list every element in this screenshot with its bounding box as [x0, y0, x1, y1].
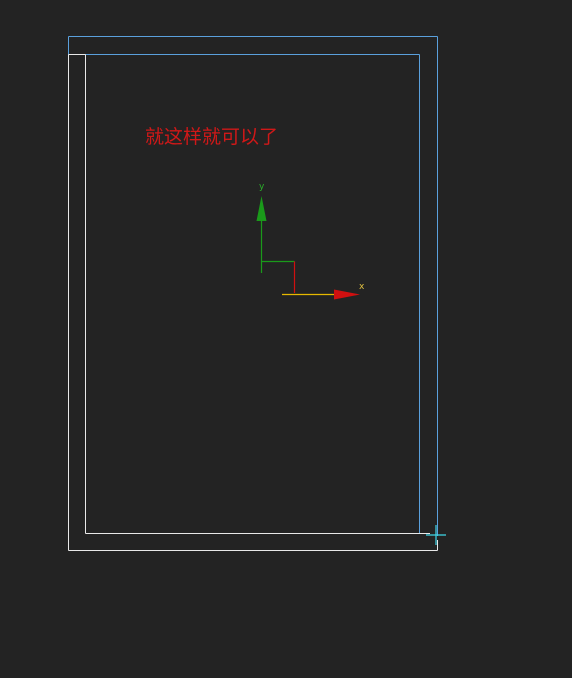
selection-outline — [68, 36, 438, 536]
annotation-text[interactable]: 就这样就可以了 — [145, 125, 278, 149]
x-axis-arrow-icon — [334, 289, 360, 300]
axis-gizmo[interactable]: y x — [256, 182, 366, 300]
y-axis-arrow-icon — [256, 196, 267, 221]
crosshair-cursor-icon — [426, 525, 446, 545]
drawing-viewport[interactable]: y x — [0, 0, 572, 678]
x-axis-label: x — [359, 282, 365, 292]
y-axis-label: y — [259, 182, 265, 192]
